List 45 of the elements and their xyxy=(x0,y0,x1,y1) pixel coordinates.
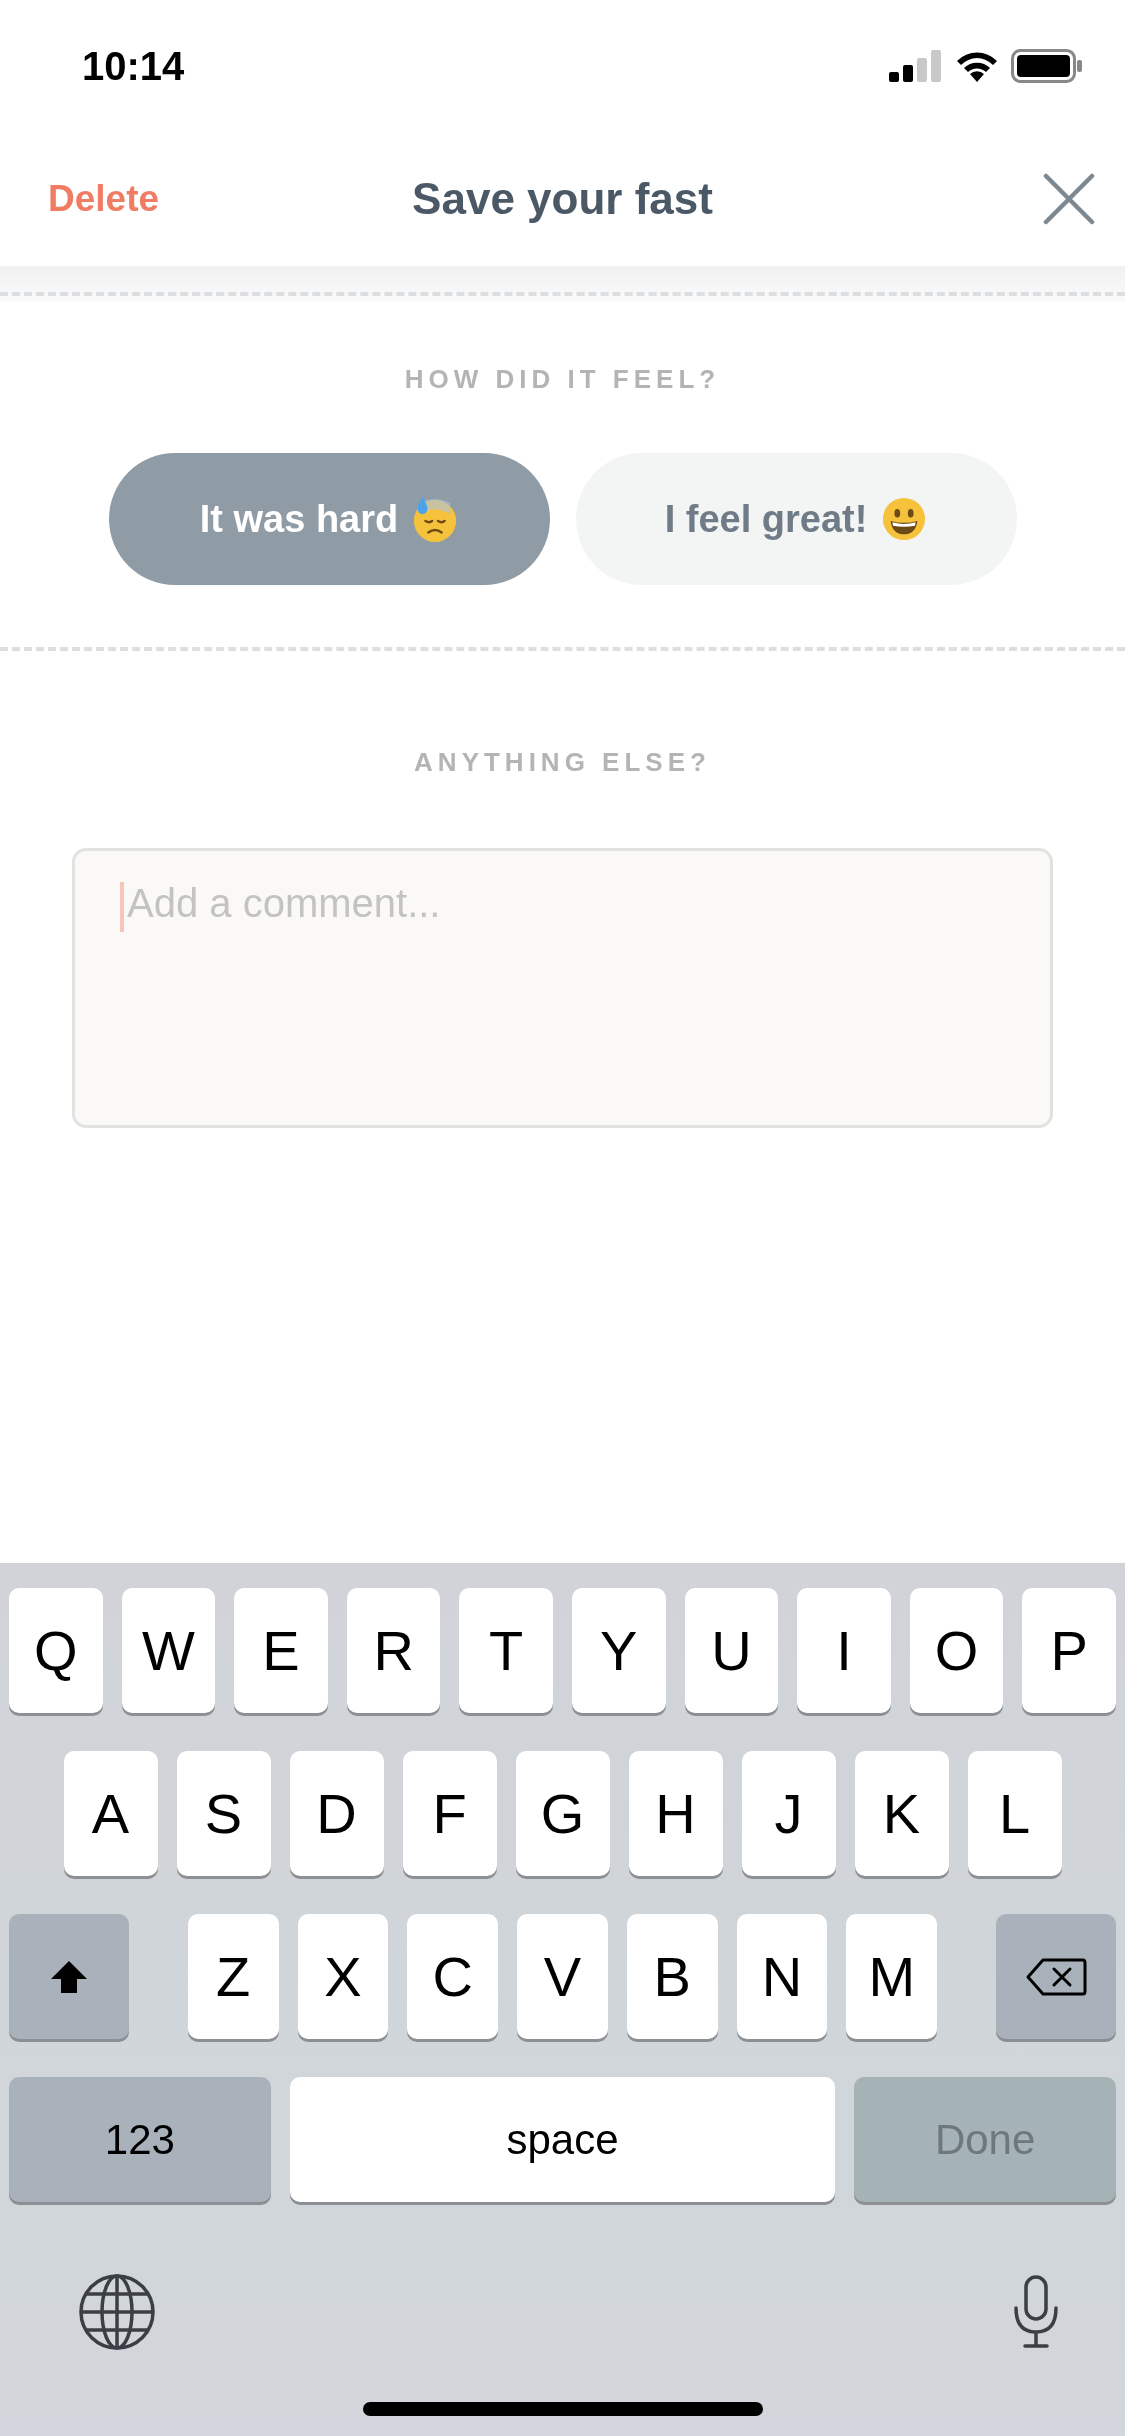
status-time: 10:14 xyxy=(82,43,185,89)
letter-key[interactable]: Q xyxy=(9,1588,103,1713)
letter-key[interactable]: R xyxy=(346,1588,441,1713)
backspace-icon xyxy=(1025,1956,1088,1997)
sweating-face-icon xyxy=(412,495,459,543)
close-icon[interactable] xyxy=(1043,173,1095,225)
letter-key[interactable]: S xyxy=(176,1751,271,1876)
letter-key[interactable]: P xyxy=(1022,1588,1116,1713)
letter-key[interactable]: F xyxy=(402,1751,497,1876)
letter-key[interactable]: X xyxy=(297,1914,389,2039)
letter-key[interactable]: N xyxy=(736,1914,828,2039)
section-label: HOW DID IT FEEL? xyxy=(404,364,721,395)
letter-key[interactable]: H xyxy=(628,1751,723,1876)
letter-key[interactable]: V xyxy=(517,1914,608,2039)
microphone-icon[interactable] xyxy=(1011,2274,1061,2350)
letter-key[interactable]: M xyxy=(846,1914,938,2039)
letter-key[interactable]: U xyxy=(684,1588,779,1713)
letter-key[interactable]: K xyxy=(854,1751,949,1876)
letter-key[interactable]: G xyxy=(515,1751,610,1876)
letter-key[interactable]: D xyxy=(289,1751,384,1876)
letter-key[interactable]: B xyxy=(626,1914,718,2039)
letter-key[interactable]: A xyxy=(63,1751,158,1876)
globe-icon[interactable] xyxy=(77,2272,157,2352)
section-label: ANYTHING ELSE? xyxy=(414,747,711,778)
backspace-key[interactable] xyxy=(996,1914,1116,2039)
letter-key[interactable]: W xyxy=(121,1588,216,1713)
letter-key[interactable]: C xyxy=(407,1914,499,2039)
letter-key[interactable]: O xyxy=(909,1588,1004,1713)
shift-key[interactable] xyxy=(9,1914,129,2039)
letter-key[interactable]: E xyxy=(234,1588,328,1713)
letter-key[interactable]: I xyxy=(797,1588,891,1713)
text-cursor xyxy=(120,882,124,932)
letter-key[interactable]: Y xyxy=(572,1588,666,1713)
signal-icon xyxy=(889,50,943,82)
wifi-icon xyxy=(955,50,999,82)
letter-key[interactable]: J xyxy=(741,1751,836,1876)
letter-key[interactable]: Z xyxy=(187,1914,279,2039)
grinning-face-icon xyxy=(881,496,928,542)
letter-key[interactable]: T xyxy=(459,1588,553,1713)
feeling-button[interactable]: I feel great! xyxy=(575,453,1017,585)
space-key[interactable]: space xyxy=(289,2077,836,2202)
screen-title: Save your fast xyxy=(412,174,713,224)
numbers-key[interactable]: 123 xyxy=(9,2077,271,2202)
letter-key[interactable]: L xyxy=(967,1751,1062,1876)
battery-icon xyxy=(1011,49,1083,83)
